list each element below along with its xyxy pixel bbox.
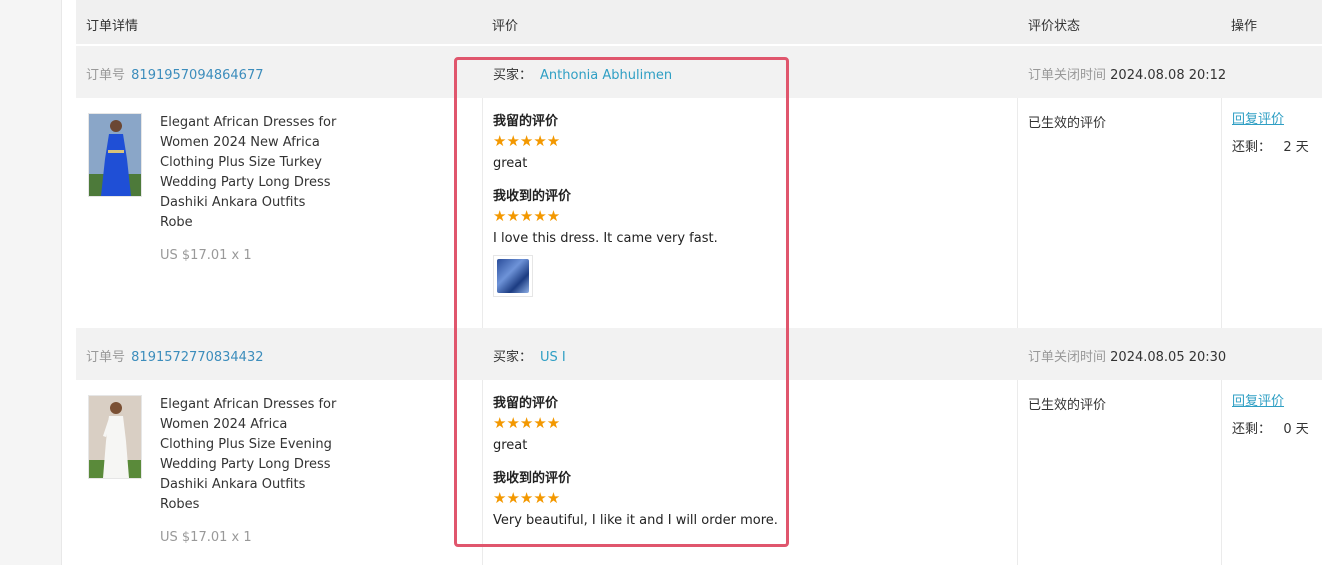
header-order-details: 订单详情: [86, 19, 139, 34]
operations: 回复评价 还剩： 2 天: [1232, 110, 1309, 155]
buyer-name-link[interactable]: Anthonia Abhulimen: [540, 68, 672, 83]
my-review-label: 我留的评价: [493, 396, 559, 411]
table-header: 订单详情 评价 评价状态 操作: [76, 0, 1322, 46]
product-title[interactable]: Elegant African Dresses for Women 2024 A…: [160, 395, 350, 515]
header-review: 评价: [492, 19, 519, 34]
buyer-name-link[interactable]: US I: [540, 350, 566, 365]
my-review-text: great: [493, 156, 528, 171]
review-photo: [497, 259, 529, 293]
days-remaining: 还剩： 2 天: [1232, 140, 1309, 155]
review-status: 已生效的评价: [1028, 398, 1107, 413]
closed-time-label: 订单关闭时间: [1028, 350, 1107, 365]
left-sidebar-strip: [0, 0, 62, 565]
buyer-info: 买家： US I: [493, 346, 566, 365]
order-closed-time: 订单关闭时间 2024.08.08 20:12: [1028, 64, 1226, 83]
order-number-label: 订单号: [86, 68, 126, 83]
column-divider: [1017, 380, 1018, 565]
header-review-status: 评价状态: [1028, 19, 1081, 34]
product-title-line: Clothing Plus Size Turkey: [160, 155, 322, 170]
product-title-line: Wedding Party Long Dress: [160, 175, 331, 190]
product-image-dress-blue: [89, 114, 141, 196]
reply-review-link[interactable]: 回复评价: [1232, 110, 1309, 130]
received-review-stars: ★★★★★: [493, 207, 561, 225]
reviews-table: 订单详情 评价 评价状态 操作 订单号 8191957094864677 买家：…: [76, 0, 1322, 565]
product-title-line: Dashiki Ankara Outfits: [160, 477, 306, 492]
column-divider: [482, 98, 483, 328]
product-title-line: Women 2024 New Africa: [160, 135, 320, 150]
order-closed-time: 订单关闭时间 2024.08.05 20:30: [1028, 346, 1226, 365]
my-review-text: great: [493, 438, 528, 453]
review-block: 我留的评价 ★★★★★ great 我收到的评价 ★★★★★ I love th…: [493, 112, 718, 297]
column-divider: [1221, 380, 1222, 565]
buyer-info: 买家： Anthonia Abhulimen: [493, 64, 672, 83]
received-review-text: Very beautiful, I like it and I will ord…: [493, 513, 778, 528]
closed-time-value: 2024.08.08 20:12: [1110, 68, 1227, 83]
order-row: Elegant African Dresses for Women 2024 A…: [76, 380, 1322, 565]
received-review-label: 我收到的评价: [493, 189, 572, 204]
column-divider: [482, 380, 483, 565]
product-image-dress-white: [89, 396, 141, 478]
order-number-link[interactable]: 8191957094864677: [131, 68, 263, 83]
product-price: US $17.01 x 1: [160, 530, 252, 545]
product-price: US $17.01 x 1: [160, 248, 252, 263]
order-bar: 订单号 8191572770834432 买家： US I 订单关闭时间 2024…: [76, 328, 1322, 380]
product-title-line: Elegant African Dresses for: [160, 115, 337, 130]
received-review-text: I love this dress. It came very fast.: [493, 231, 718, 246]
order-number: 订单号 8191572770834432: [86, 346, 264, 365]
header-operations: 操作: [1231, 19, 1258, 34]
order-row: Elegant African Dresses for Women 2024 N…: [76, 98, 1322, 328]
product-title-line: Robe: [160, 215, 193, 230]
operations: 回复评价 还剩： 0 天: [1232, 392, 1309, 437]
order-number: 订单号 8191957094864677: [86, 64, 264, 83]
review-status: 已生效的评价: [1028, 116, 1107, 131]
buyer-label: 买家：: [493, 350, 533, 365]
received-review-stars: ★★★★★: [493, 489, 561, 507]
column-divider: [1221, 98, 1222, 328]
product-image[interactable]: [88, 395, 142, 479]
product-title-line: Elegant African Dresses for: [160, 397, 337, 412]
review-photo-thumbnail[interactable]: [493, 255, 533, 297]
product-image[interactable]: [88, 113, 142, 197]
column-divider: [1017, 98, 1018, 328]
closed-time-label: 订单关闭时间: [1028, 68, 1107, 83]
my-review-stars: ★★★★★: [493, 132, 561, 150]
received-review-label: 我收到的评价: [493, 471, 572, 486]
days-remaining: 还剩： 0 天: [1232, 422, 1309, 437]
order-bar: 订单号 8191957094864677 买家： Anthonia Abhulim…: [76, 46, 1322, 98]
review-block: 我留的评价 ★★★★★ great 我收到的评价 ★★★★★ Very beau…: [493, 394, 778, 531]
product-title-line: Clothing Plus Size Evening: [160, 437, 332, 452]
product-title-line: Women 2024 Africa: [160, 417, 288, 432]
order-number-link[interactable]: 8191572770834432: [131, 350, 263, 365]
product-title-line: Dashiki Ankara Outfits: [160, 195, 306, 210]
order-number-label: 订单号: [86, 350, 126, 365]
my-review-stars: ★★★★★: [493, 414, 561, 432]
reply-review-link[interactable]: 回复评价: [1232, 392, 1309, 412]
product-title-line: Robes: [160, 497, 200, 512]
my-review-label: 我留的评价: [493, 114, 559, 129]
buyer-label: 买家：: [493, 68, 533, 83]
closed-time-value: 2024.08.05 20:30: [1110, 350, 1227, 365]
product-title-line: Wedding Party Long Dress: [160, 457, 331, 472]
product-title[interactable]: Elegant African Dresses for Women 2024 N…: [160, 113, 350, 233]
